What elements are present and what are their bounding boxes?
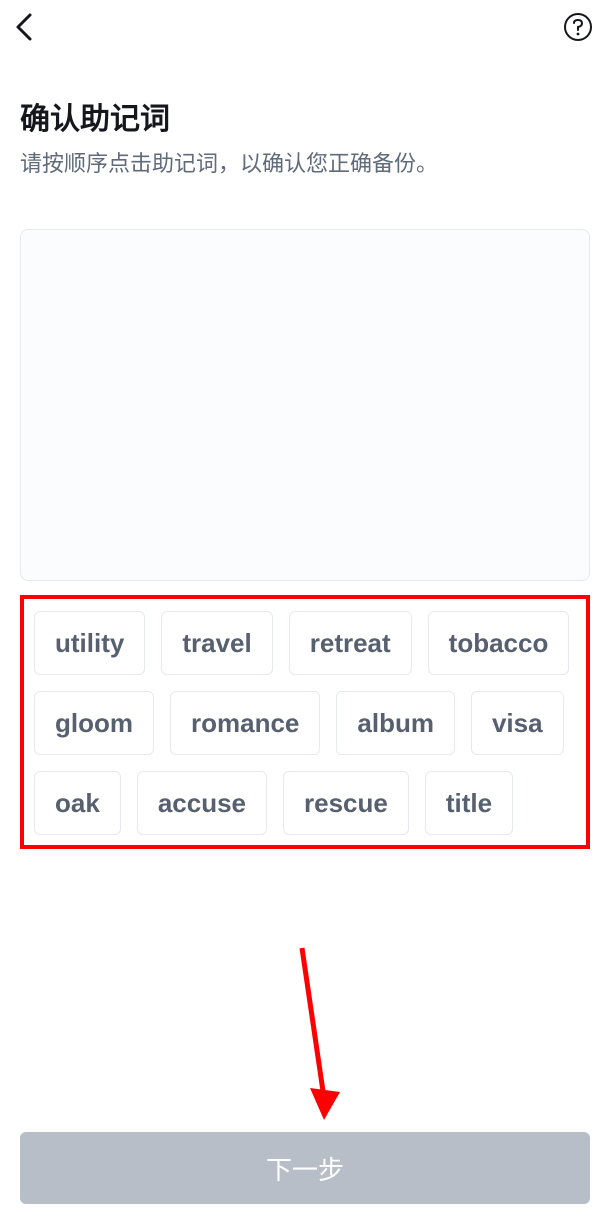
back-button[interactable]: [6, 9, 42, 45]
mnemonic-word[interactable]: rescue: [283, 771, 409, 835]
mnemonic-word[interactable]: accuse: [137, 771, 267, 835]
mnemonic-word[interactable]: visa: [471, 691, 564, 755]
annotation-arrow: [290, 944, 350, 1134]
page-subtitle: 请按顺序点击助记词，以确认您正确备份。: [20, 148, 590, 181]
chevron-left-icon: [13, 12, 35, 42]
mnemonic-word[interactable]: travel: [161, 611, 272, 675]
mnemonic-word[interactable]: album: [336, 691, 455, 755]
mnemonic-word[interactable]: title: [425, 771, 513, 835]
question-circle-icon: [563, 12, 593, 42]
mnemonic-word[interactable]: gloom: [34, 691, 154, 755]
mnemonic-word[interactable]: utility: [34, 611, 145, 675]
page-title: 确认助记词: [20, 94, 590, 138]
help-button[interactable]: [560, 9, 596, 45]
main-content: 确认助记词 请按顺序点击助记词，以确认您正确备份。 utility travel…: [0, 54, 610, 849]
mnemonic-word-grid: utility travel retreat tobacco gloom rom…: [20, 595, 590, 849]
mnemonic-word[interactable]: retreat: [289, 611, 412, 675]
mnemonic-word[interactable]: romance: [170, 691, 320, 755]
next-button[interactable]: 下一步: [20, 1132, 590, 1204]
mnemonic-word[interactable]: oak: [34, 771, 121, 835]
header: [0, 0, 610, 54]
selected-words-area[interactable]: [20, 229, 590, 581]
mnemonic-word[interactable]: tobacco: [428, 611, 570, 675]
